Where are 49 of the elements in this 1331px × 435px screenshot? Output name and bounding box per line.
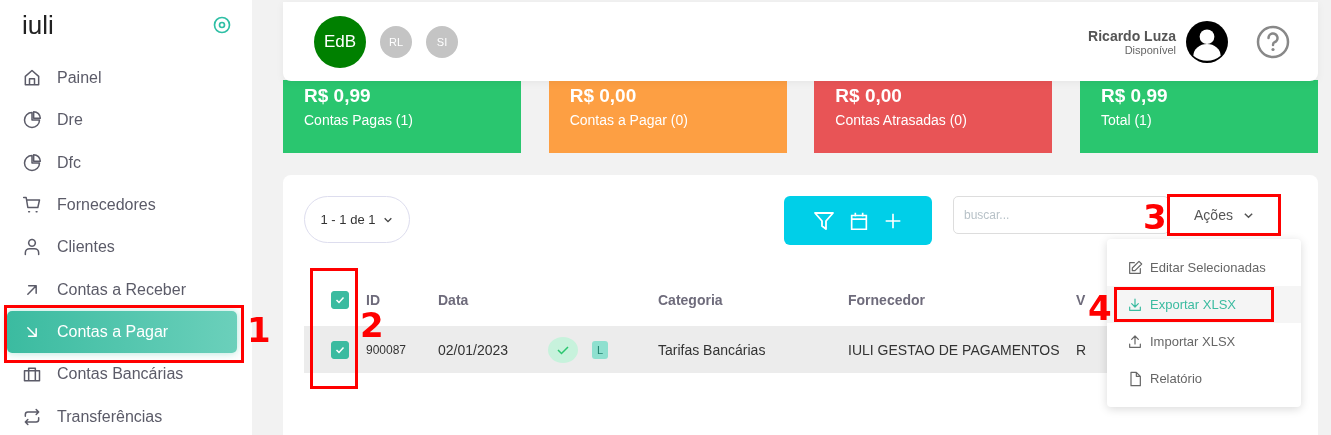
column-header: ID xyxy=(366,292,380,308)
sidebar-item[interactable]: Transferências xyxy=(7,395,237,435)
sidebar-item[interactable]: Dre xyxy=(7,99,237,142)
tag-badge: L xyxy=(592,340,609,359)
download-icon xyxy=(1127,296,1143,313)
repeat-icon xyxy=(22,406,42,427)
file-icon xyxy=(1127,370,1143,387)
table-cell-text: 02/01/2023 xyxy=(438,341,510,358)
card-amount: R$ 0,00 xyxy=(569,85,638,107)
checkbox[interactable] xyxy=(331,291,349,309)
table-cell-text: 900087 xyxy=(366,342,408,357)
card-label: Total (1) xyxy=(1100,112,1153,128)
sidebar-item[interactable]: Contas Bancárias xyxy=(7,353,237,396)
target-icon[interactable] xyxy=(212,15,232,35)
table-cell-text: R xyxy=(1076,341,1088,358)
user-name: Ricardo Luza xyxy=(1088,27,1176,44)
sidebar-item[interactable]: Dfc xyxy=(7,141,237,184)
company-avatar[interactable]: EdB xyxy=(314,15,366,68)
sidebar-item[interactable]: Contas a Receber xyxy=(7,268,237,311)
check-icon xyxy=(334,294,346,306)
user-status: Disponível xyxy=(1124,43,1176,56)
card-label: Contas Pagas (1) xyxy=(304,112,414,128)
edit-icon xyxy=(1127,259,1143,276)
annotation-number: 3 xyxy=(1143,200,1167,234)
column-header: Categoria xyxy=(658,292,723,308)
sidebar-item[interactable]: Painel xyxy=(7,57,237,100)
annotation-number: 1 xyxy=(247,312,271,347)
card-amount: R$ 0,99 xyxy=(1100,85,1169,107)
card-amount: R$ 0,00 xyxy=(835,85,903,107)
upload-icon xyxy=(1127,333,1143,350)
card-label: Contas Atrasadas (0) xyxy=(835,112,968,128)
user-icon xyxy=(22,237,42,258)
card-label: Contas a Pagar (0) xyxy=(569,112,689,128)
logo: iuli xyxy=(22,9,54,41)
sidebar-item[interactable]: Fornecedores xyxy=(7,184,237,227)
sidebar-item[interactable]: Clientes xyxy=(7,226,237,269)
menu-item[interactable]: Editar Selecionadas xyxy=(1107,249,1301,286)
column-header: Fornecedor xyxy=(848,292,925,308)
checkbox[interactable] xyxy=(331,340,349,359)
card-amount: R$ 0,99 xyxy=(304,85,372,107)
table-cell-text: IULI GESTAO DE PAGAMENTOS xyxy=(848,341,1061,358)
table-cell-text: Tarifas Bancárias xyxy=(658,341,767,358)
avatar-icon[interactable] xyxy=(1186,20,1228,63)
pagination-dropdown[interactable]: 1 - 1 de 1 xyxy=(304,196,410,243)
pie-icon xyxy=(22,152,42,173)
help-icon[interactable] xyxy=(1256,24,1290,59)
column-header: Data xyxy=(438,292,469,308)
pie-icon xyxy=(22,110,42,131)
column-header: V xyxy=(1076,292,1086,308)
